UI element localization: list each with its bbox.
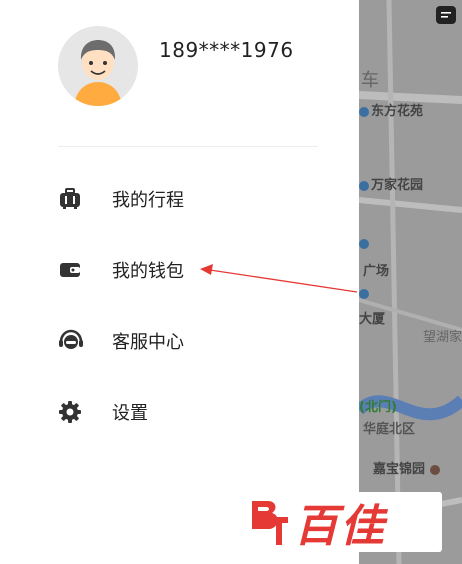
menu-item-my-trips[interactable]: 我的行程 bbox=[58, 179, 184, 219]
menu-item-customer-service[interactable]: 客服中心 bbox=[58, 321, 184, 361]
avatar[interactable] bbox=[58, 26, 138, 106]
map-view[interactable]: 车 东方花苑 万家花园 广场 大厦 望湖家 (北门) 华庭北区 嘉宝锦园 bbox=[359, 0, 462, 564]
map-label: 万家花园 bbox=[359, 174, 423, 193]
map-label: 华庭北区 bbox=[363, 422, 416, 437]
map-label: 广场 bbox=[363, 264, 390, 279]
side-drawer: 189****1976 我的行程 我的钱包 客服中心 设置 bbox=[0, 0, 359, 564]
menu-item-label: 设置 bbox=[112, 403, 148, 424]
suitcase-icon bbox=[58, 185, 90, 213]
map-label: 东方花苑 bbox=[359, 100, 423, 119]
wallet-icon bbox=[58, 256, 90, 284]
gear-icon bbox=[58, 398, 90, 426]
map-label: (北门) bbox=[359, 400, 397, 415]
divider bbox=[58, 146, 318, 147]
menu-item-label: 我的钱包 bbox=[112, 261, 184, 282]
watermark-text: 百佳 bbox=[294, 501, 386, 552]
user-phone: 189****1976 bbox=[159, 38, 294, 62]
menu-item-label: 我的行程 bbox=[112, 190, 184, 211]
headset-icon bbox=[58, 327, 90, 355]
map-label: 望湖家 bbox=[423, 330, 462, 345]
map-label: 大厦 bbox=[359, 312, 386, 327]
message-icon[interactable] bbox=[436, 6, 456, 24]
map-label: 嘉宝锦园 bbox=[373, 458, 442, 477]
watermark-mark-icon bbox=[252, 501, 288, 545]
watermark-logo: 百佳 bbox=[246, 492, 442, 552]
menu-item-my-wallet[interactable]: 我的钱包 bbox=[58, 250, 184, 290]
map-pin bbox=[359, 236, 371, 251]
map-label: 车 bbox=[361, 70, 379, 91]
menu-item-label: 客服中心 bbox=[112, 332, 184, 353]
map-pin bbox=[359, 286, 371, 301]
menu-item-settings[interactable]: 设置 bbox=[58, 392, 148, 432]
